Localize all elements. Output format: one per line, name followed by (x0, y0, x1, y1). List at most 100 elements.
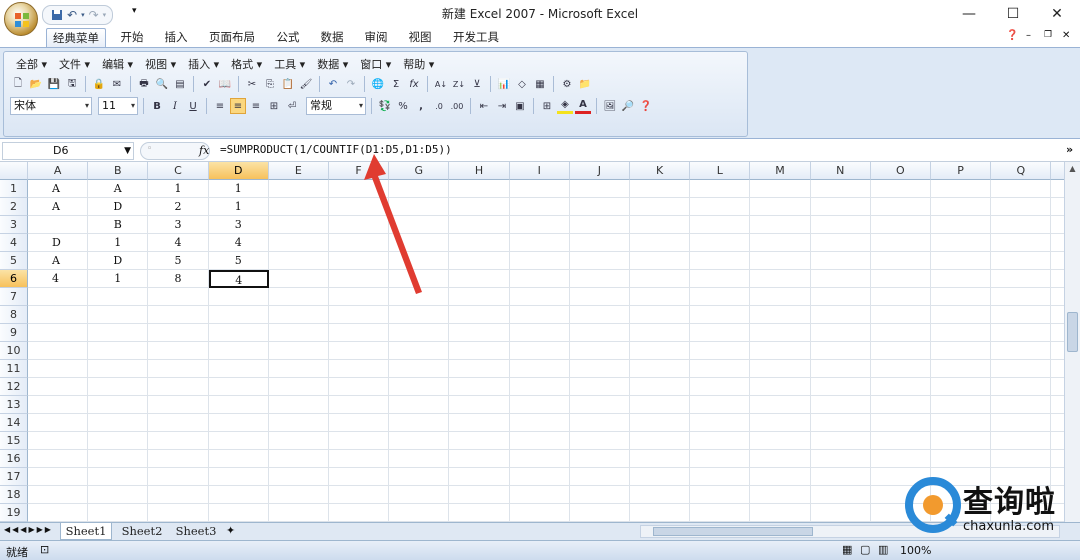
cell-a14[interactable] (28, 414, 89, 432)
page-layout-view-icon[interactable]: ▢ (860, 543, 870, 556)
cut-icon[interactable]: ✂ (244, 76, 260, 92)
cell-o16[interactable] (870, 450, 931, 468)
cell-d16[interactable] (208, 450, 269, 468)
drawing-icon[interactable]: ◇ (514, 76, 530, 92)
cell-m7[interactable] (750, 288, 811, 306)
column-header-h[interactable]: H (449, 162, 510, 180)
cell-m11[interactable] (750, 360, 811, 378)
cell-g9[interactable] (389, 324, 450, 342)
cell-filler[interactable] (1051, 216, 1064, 234)
cell-m6[interactable] (750, 270, 811, 288)
help-icon[interactable]: ❓ (1006, 30, 1018, 41)
cell-filler[interactable] (1051, 252, 1064, 270)
cell-q13[interactable] (991, 396, 1052, 414)
decrease-indent-icon[interactable]: ⇤ (476, 98, 492, 114)
cell-h16[interactable] (449, 450, 510, 468)
cell-b12[interactable] (88, 378, 149, 396)
cell-e7[interactable] (268, 288, 329, 306)
cell-p6[interactable] (931, 270, 992, 288)
cell-d5[interactable]: 5 (208, 252, 269, 270)
tab-review[interactable]: 审阅 (356, 28, 396, 47)
cell-q14[interactable] (991, 414, 1052, 432)
insert-function-button[interactable]: fx (199, 144, 209, 157)
cell-d12[interactable] (208, 378, 269, 396)
cell-filler[interactable] (1051, 180, 1064, 198)
cell-p11[interactable] (931, 360, 992, 378)
menu-tools[interactable]: 工具 ▾ (268, 56, 311, 72)
cell-n19[interactable] (810, 504, 871, 522)
cell-q8[interactable] (991, 306, 1052, 324)
row-header-17[interactable]: 17 (0, 468, 28, 486)
cell-e11[interactable] (268, 360, 329, 378)
cell-filler[interactable] (1051, 342, 1064, 360)
cell-g17[interactable] (389, 468, 450, 486)
cell-l7[interactable] (690, 288, 751, 306)
cell-a6[interactable]: 4 (28, 270, 89, 288)
cell-n16[interactable] (810, 450, 871, 468)
paste-icon[interactable]: 📋 (280, 76, 296, 92)
cell-i2[interactable] (509, 198, 570, 216)
cell-c10[interactable] (148, 342, 209, 360)
cell-n14[interactable] (810, 414, 871, 432)
cell-n10[interactable] (810, 342, 871, 360)
cell-e15[interactable] (268, 432, 329, 450)
cell-k17[interactable] (630, 468, 691, 486)
cell-i9[interactable] (509, 324, 570, 342)
cell-p14[interactable] (931, 414, 992, 432)
cell-j7[interactable] (569, 288, 630, 306)
filter-icon[interactable]: ⊻ (469, 76, 485, 92)
merge-center-icon[interactable]: ⊞ (266, 98, 282, 114)
font-combo[interactable]: 宋体 ▾ (10, 97, 92, 115)
permission-icon[interactable]: 🔒 (91, 76, 107, 92)
undo-icon[interactable]: ↶ (325, 76, 341, 92)
cell-q9[interactable] (991, 324, 1052, 342)
fill-color-icon[interactable]: ◈ (557, 98, 573, 114)
cell-e10[interactable] (268, 342, 329, 360)
cell-n4[interactable] (810, 234, 871, 252)
row-header-13[interactable]: 13 (0, 396, 28, 414)
cell-g19[interactable] (389, 504, 450, 522)
cell-g13[interactable] (389, 396, 450, 414)
cell-a18[interactable] (28, 486, 89, 504)
cell-o3[interactable] (870, 216, 931, 234)
cell-m14[interactable] (750, 414, 811, 432)
cell-d3[interactable]: 3 (208, 216, 269, 234)
cell-j1[interactable] (569, 180, 630, 198)
cell-o9[interactable] (870, 324, 931, 342)
cell-i5[interactable] (509, 252, 570, 270)
cell-f8[interactable] (329, 306, 390, 324)
cell-f16[interactable] (329, 450, 390, 468)
cell-b5[interactable]: D (88, 252, 149, 270)
cell-filler[interactable] (1051, 414, 1064, 432)
folder-icon[interactable]: 📁 (577, 76, 593, 92)
expand-icon[interactable]: ◦ (147, 144, 152, 154)
cell-j2[interactable] (569, 198, 630, 216)
cell-i14[interactable] (509, 414, 570, 432)
open-icon[interactable]: 📂 (28, 76, 44, 92)
tab-formulas[interactable]: 公式 (268, 28, 308, 47)
row-header-8[interactable]: 8 (0, 306, 28, 324)
cell-j13[interactable] (569, 396, 630, 414)
cell-c18[interactable] (148, 486, 209, 504)
column-header-k[interactable]: K (630, 162, 691, 180)
cell-o7[interactable] (870, 288, 931, 306)
cell-q5[interactable] (991, 252, 1052, 270)
cell-e3[interactable] (268, 216, 329, 234)
cell-k13[interactable] (630, 396, 691, 414)
cell-d2[interactable]: 1 (208, 198, 269, 216)
name-box[interactable]: D6 ▼ (2, 142, 134, 160)
cell-l16[interactable] (690, 450, 751, 468)
cell-n17[interactable] (810, 468, 871, 486)
cell-q10[interactable] (991, 342, 1052, 360)
cell-c11[interactable] (148, 360, 209, 378)
autosum-icon[interactable]: Σ (388, 76, 404, 92)
cell-k16[interactable] (630, 450, 691, 468)
cell-h4[interactable] (449, 234, 510, 252)
cell-l1[interactable] (690, 180, 751, 198)
row-header-5[interactable]: 5 (0, 252, 28, 270)
column-header-j[interactable]: J (569, 162, 630, 180)
cell-i6[interactable] (509, 270, 570, 288)
cell-p2[interactable] (931, 198, 992, 216)
cell-i1[interactable] (509, 180, 570, 198)
cell-a15[interactable] (28, 432, 89, 450)
